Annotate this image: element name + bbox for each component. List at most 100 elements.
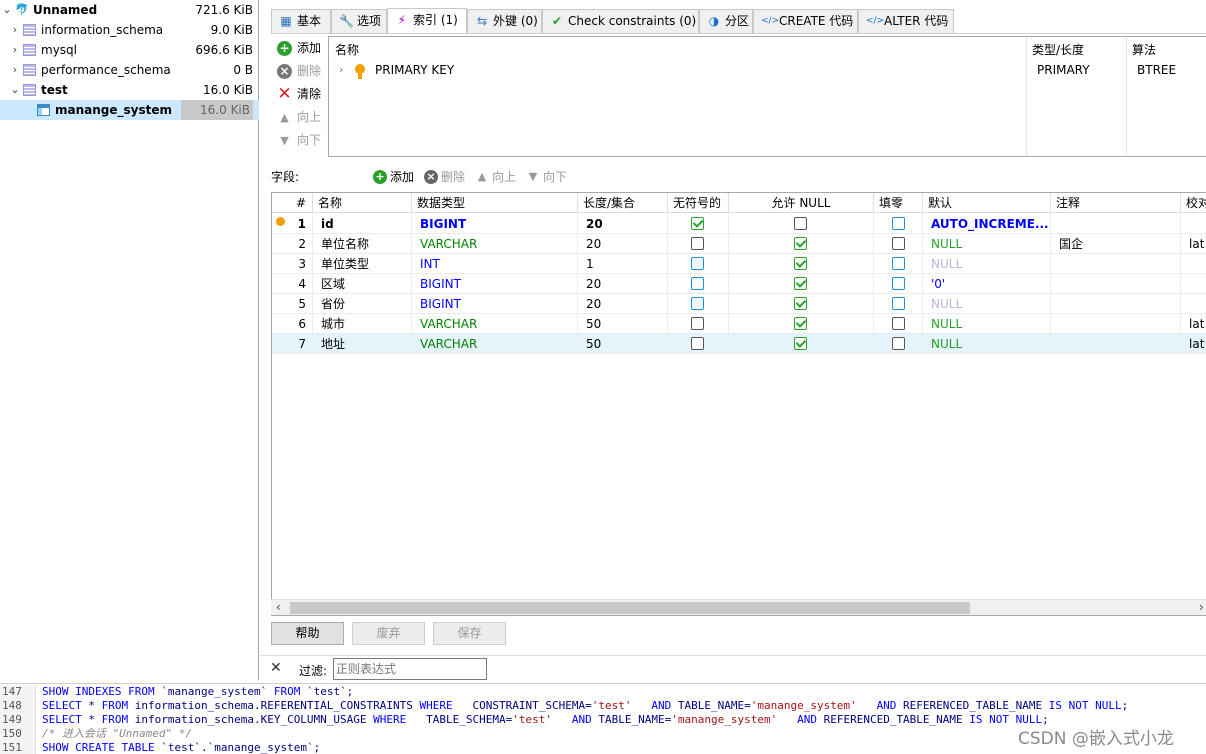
index-delete-button[interactable]: × 删除 xyxy=(277,61,321,81)
tree-item[interactable]: ⌄ 🐬 Unnamed 721.6 KiB xyxy=(0,0,259,20)
tab-3[interactable]: ⇆ 外键 (0) xyxy=(467,9,542,33)
table-cell[interactable]: BIGINT xyxy=(412,214,578,234)
field-add-button[interactable]: + 添加 xyxy=(373,168,414,186)
table-cell[interactable] xyxy=(1051,334,1181,354)
column-header[interactable]: 注释 xyxy=(1051,193,1181,213)
checkbox[interactable] xyxy=(691,277,704,290)
table-cell[interactable]: 5 xyxy=(272,294,313,314)
column-header[interactable]: 无符号的 xyxy=(668,193,729,213)
table-cell[interactable]: 7 xyxy=(272,334,313,354)
column-header[interactable]: # xyxy=(272,193,313,213)
checkbox-checked[interactable] xyxy=(691,217,704,230)
table-cell[interactable]: 3 xyxy=(272,254,313,274)
checkbox-checked[interactable] xyxy=(794,317,807,330)
table-cell[interactable] xyxy=(668,294,729,314)
table-row[interactable]: 4 区域 BIGINT 20 '0' xyxy=(272,274,1206,294)
checkbox[interactable] xyxy=(691,317,704,330)
checkbox[interactable] xyxy=(794,217,807,230)
table-cell[interactable] xyxy=(1181,294,1206,314)
index-up-button[interactable]: ▲ 向上 xyxy=(277,107,321,127)
tab-4[interactable]: ✔ Check constraints (0) xyxy=(542,9,699,33)
columns-grid[interactable]: #名称数据类型长度/集合无符号的允许 NULL填零默认注释校对 1 id BIGIN… xyxy=(271,192,1206,616)
tab-2[interactable]: ⚡ 索引 (1) xyxy=(387,8,467,34)
table-cell[interactable] xyxy=(1051,274,1181,294)
table-cell[interactable]: 20 xyxy=(578,214,668,234)
table-cell[interactable] xyxy=(874,314,923,334)
table-cell[interactable]: 6 xyxy=(272,314,313,334)
tree-item[interactable]: › mysql 696.6 KiB xyxy=(0,40,259,60)
table-row[interactable]: 1 id BIGINT 20 AUTO_INCREME... xyxy=(272,214,1206,234)
chevron-right-icon[interactable]: › xyxy=(9,40,21,60)
index-header-name[interactable]: 名称 xyxy=(335,41,359,58)
database-tree[interactable]: ⌄ 🐬 Unnamed 721.6 KiB › information_schema 9.0… xyxy=(0,0,259,680)
column-header[interactable]: 名称 xyxy=(313,193,412,213)
tab-6[interactable]: </> CREATE 代码 xyxy=(753,9,858,33)
table-cell[interactable]: NULL xyxy=(923,334,1051,354)
chevron-right-icon[interactable]: › xyxy=(9,20,21,40)
index-add-button[interactable]: + 添加 xyxy=(277,38,321,58)
table-cell[interactable] xyxy=(668,314,729,334)
checkbox[interactable] xyxy=(691,257,704,270)
table-cell[interactable]: 单位类型 xyxy=(313,254,412,274)
table-cell[interactable] xyxy=(1051,314,1181,334)
table-row[interactable]: 2 单位名称 VARCHAR 20 NULL 国企 lat xyxy=(272,234,1206,254)
column-header[interactable]: 长度/集合 xyxy=(578,193,668,213)
chevron-right-icon[interactable]: › xyxy=(9,60,21,80)
table-cell[interactable]: VARCHAR xyxy=(412,234,578,254)
field-down-button[interactable]: ▼ 向下 xyxy=(526,168,567,186)
index-down-button[interactable]: ▼ 向下 xyxy=(277,130,321,150)
table-row[interactable]: 3 单位类型 INT 1 NULL xyxy=(272,254,1206,274)
table-cell[interactable] xyxy=(874,294,923,314)
table-cell[interactable] xyxy=(1051,294,1181,314)
table-cell[interactable]: id xyxy=(313,214,412,234)
table-cell[interactable]: BIGINT xyxy=(412,274,578,294)
table-cell[interactable] xyxy=(668,214,729,234)
tree-item[interactable]: ⌄ test 16.0 KiB xyxy=(0,80,259,100)
table-cell[interactable] xyxy=(874,214,923,234)
table-cell[interactable]: NULL xyxy=(923,234,1051,254)
table-cell[interactable] xyxy=(729,214,874,234)
table-cell[interactable]: 4 xyxy=(272,274,313,294)
checkbox[interactable] xyxy=(691,237,704,250)
index-header-algorithm[interactable]: 算法 xyxy=(1132,41,1156,58)
table-cell[interactable] xyxy=(668,334,729,354)
index-header-type[interactable]: 类型/长度 xyxy=(1032,41,1084,58)
table-cell[interactable] xyxy=(729,314,874,334)
filter-input[interactable] xyxy=(333,658,487,680)
table-row[interactable]: 5 省份 BIGINT 20 NULL xyxy=(272,294,1206,314)
table-cell[interactable]: 20 xyxy=(578,294,668,314)
column-header[interactable]: 允许 NULL xyxy=(729,193,874,213)
table-cell[interactable] xyxy=(1181,274,1206,294)
table-row[interactable]: 7 地址 VARCHAR 50 NULL lat xyxy=(272,334,1206,354)
close-icon[interactable]: ✕ xyxy=(270,660,282,676)
checkbox-checked[interactable] xyxy=(794,297,807,310)
index-row[interactable]: › PRIMARY KEY PRIMARY BTREE xyxy=(329,60,1206,80)
column-header[interactable]: 填零 xyxy=(874,193,923,213)
table-cell[interactable]: 国企 xyxy=(1051,234,1181,254)
scrollbar-thumb[interactable] xyxy=(290,602,970,614)
table-cell[interactable]: 50 xyxy=(578,314,668,334)
tab-1[interactable]: 🔧 选项 xyxy=(331,9,387,33)
field-up-button[interactable]: ▲ 向上 xyxy=(475,168,516,186)
table-cell[interactable]: VARCHAR xyxy=(412,334,578,354)
tree-item[interactable]: › performance_schema 0 B xyxy=(0,60,259,80)
table-cell[interactable]: 单位名称 xyxy=(313,234,412,254)
table-cell[interactable]: AUTO_INCREME... xyxy=(923,214,1051,234)
scroll-right-icon[interactable]: › xyxy=(1199,600,1204,614)
save-button[interactable]: 保存 xyxy=(433,622,506,645)
table-cell[interactable] xyxy=(1051,214,1181,234)
checkbox[interactable] xyxy=(691,337,704,350)
table-cell[interactable]: NULL xyxy=(923,294,1051,314)
table-cell[interactable]: INT xyxy=(412,254,578,274)
discard-button[interactable]: 废弃 xyxy=(352,622,425,645)
column-header[interactable]: 校对 xyxy=(1181,193,1206,213)
table-cell[interactable]: 1 xyxy=(272,214,313,234)
help-button[interactable]: 帮助 xyxy=(271,622,344,645)
table-cell[interactable]: 地址 xyxy=(313,334,412,354)
table-cell[interactable] xyxy=(668,274,729,294)
table-cell[interactable] xyxy=(668,234,729,254)
horizontal-scrollbar[interactable]: ‹ › xyxy=(271,599,1206,615)
index-grid[interactable]: 名称 类型/长度 算法 › PRIMARY KEY PRIMARY BTREE xyxy=(328,36,1206,157)
table-cell[interactable]: 1 xyxy=(578,254,668,274)
table-cell[interactable]: 省份 xyxy=(313,294,412,314)
